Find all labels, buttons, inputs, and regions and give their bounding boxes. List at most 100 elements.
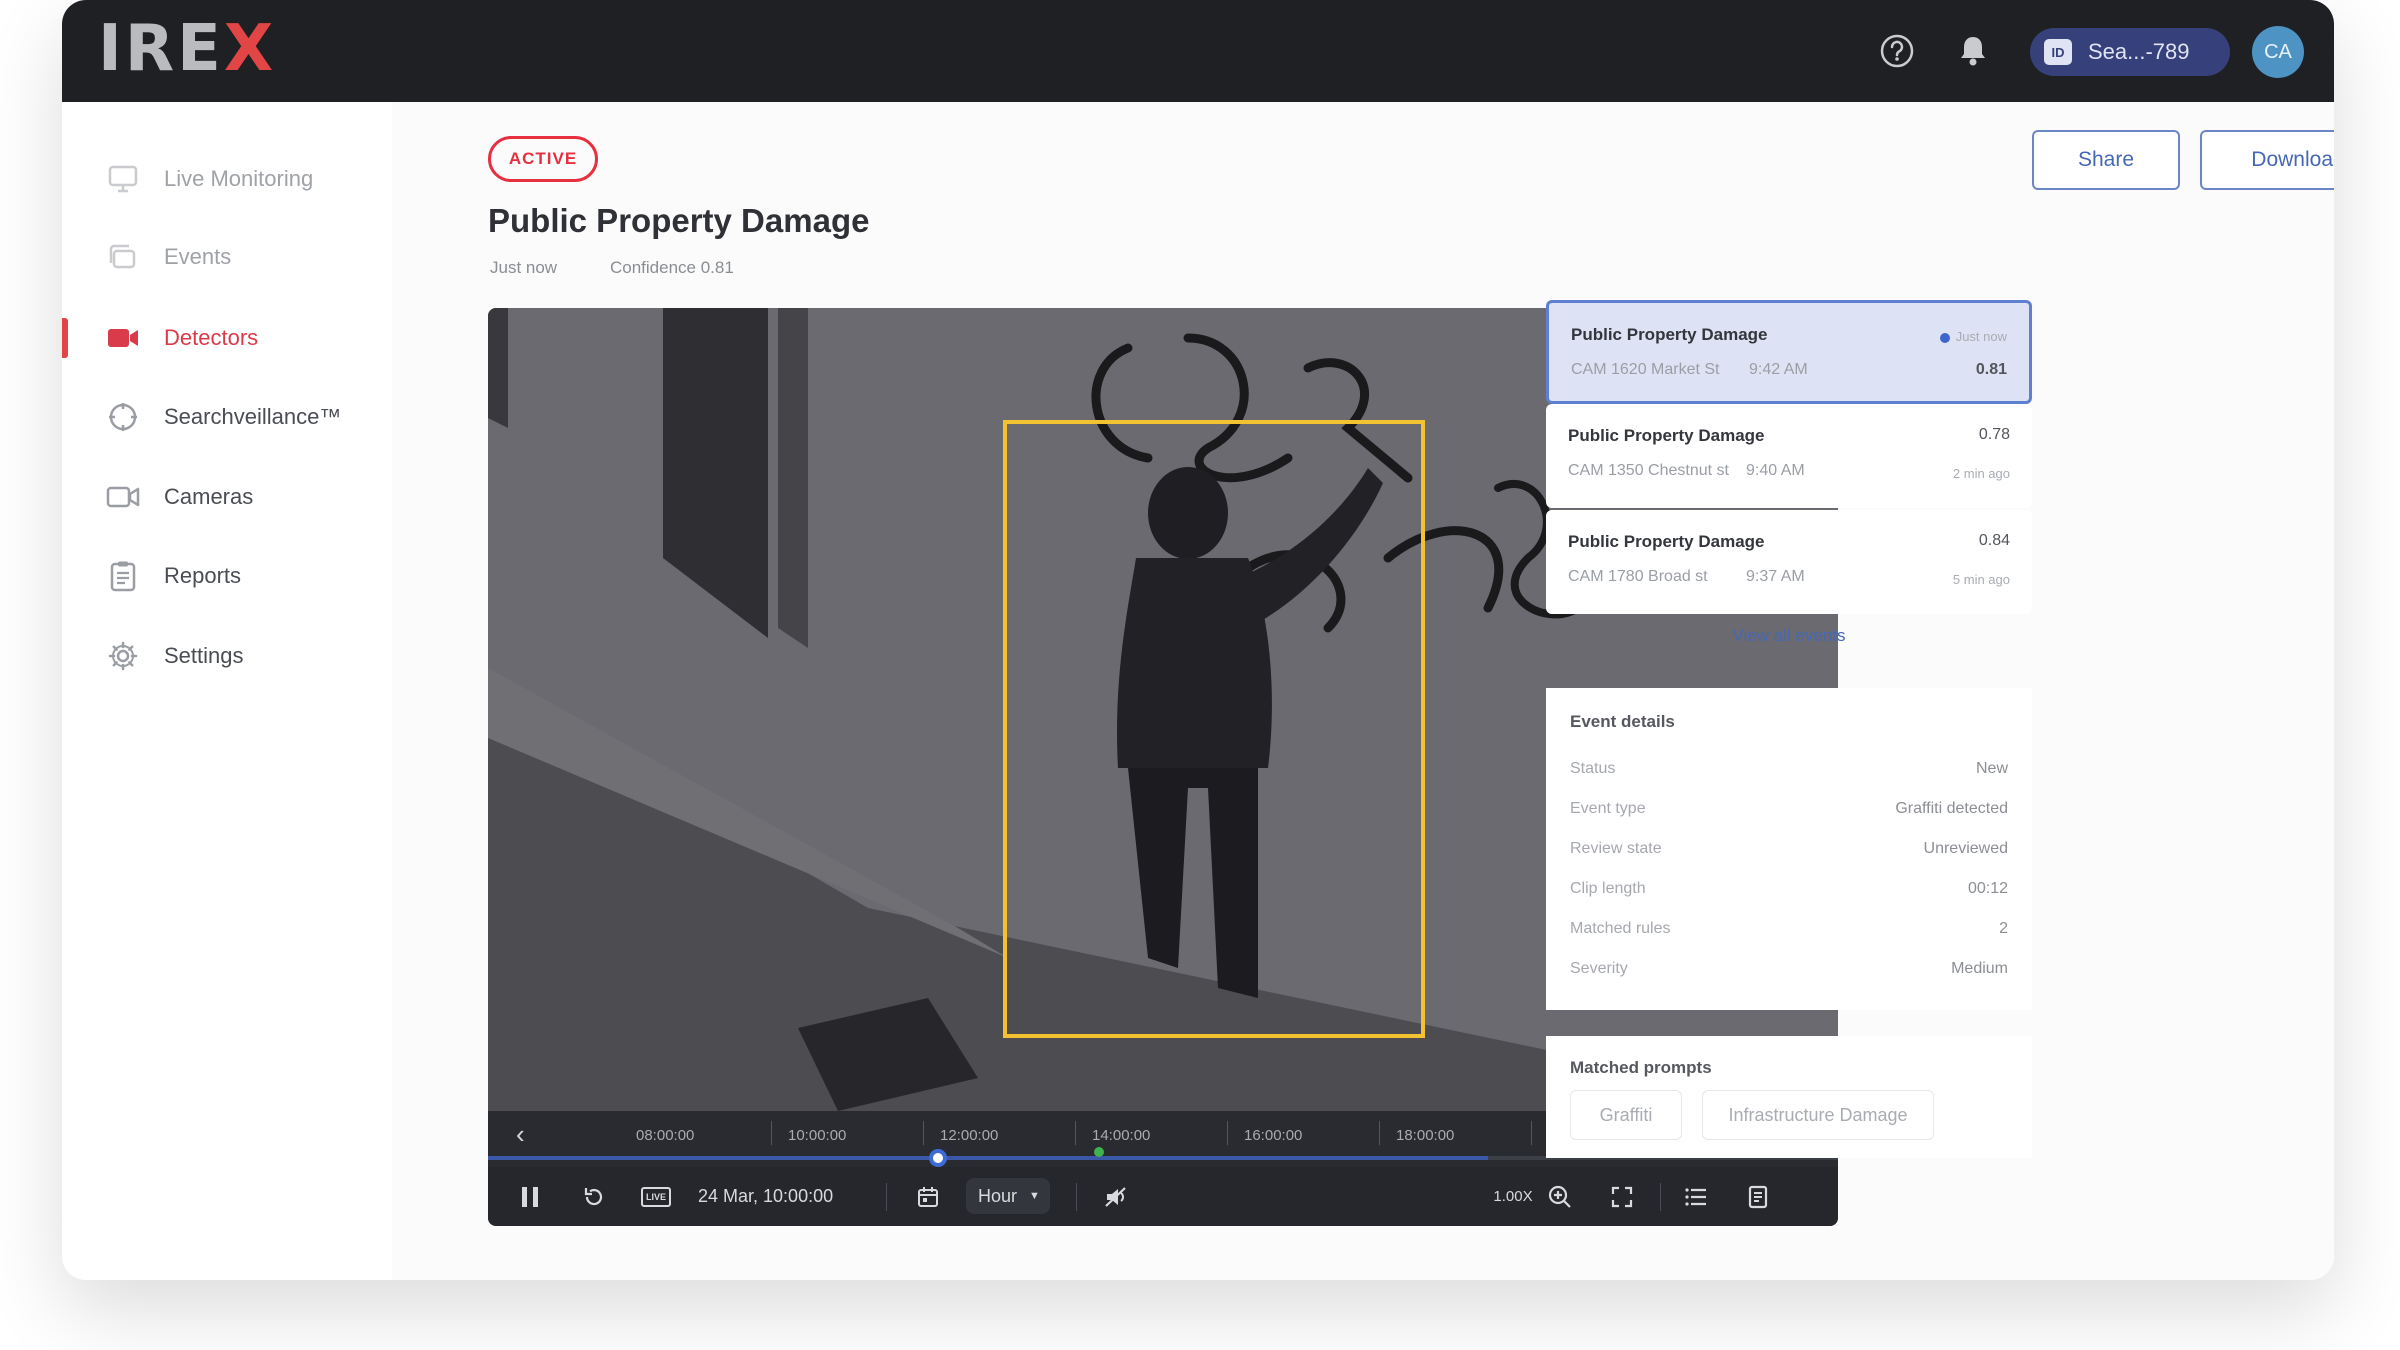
event-card-camera: CAM 1620 Market St [1571,361,1720,378]
download-button[interactable]: Download [2200,130,2334,190]
list-icon[interactable] [1676,1167,1716,1226]
pause-icon[interactable] [510,1167,550,1226]
event-card-confidence: 0.84 [1978,532,2010,549]
logo-x: X [223,12,277,86]
sidebar-item-label: Live Monitoring [164,166,314,191]
event-card-camera: CAM 1780 Broad st [1568,568,1708,585]
help-icon[interactable] [1878,32,1916,70]
stack-icon [106,240,140,274]
controls-divider [886,1183,887,1211]
logo: IREX [98,12,276,86]
player-controls: LIVE 24 Mar, 10:00:00 Hour ▼ 1.00X [488,1167,1838,1226]
content-area: ACTIVE Public Property Damage Just now C… [488,102,2334,1280]
account-selector[interactable]: ID Sea...-789 [2030,28,2230,76]
interval-label: Hour [978,1185,1018,1206]
event-card-time: 9:37 AM [1746,568,1805,585]
playhead-handle[interactable] [929,1149,947,1167]
timeline-tick: 12:00:00 [940,1127,999,1144]
sidebar-item-searchveillance[interactable]: Searchveillance™ [62,389,392,445]
new-dot-icon [1939,332,1950,343]
zoom-level: 1.00X [1493,1188,1533,1205]
timeline-divider [923,1121,924,1145]
playback-datetime: 24 Mar, 10:00:00 [698,1186,834,1206]
timeline-divider [1683,1121,1684,1145]
event-card-ago: 5 min ago [1952,572,2010,587]
document-icon[interactable] [1738,1167,1778,1226]
event-card-title: Public Property Damage [1568,532,1765,551]
calendar-icon[interactable] [908,1167,948,1226]
app-window: IREX ID Sea...-789 CA Live Monitoring Ev… [62,0,2334,1280]
chevron-left-icon[interactable]: ‹ [516,1119,525,1150]
event-card-title: Public Property Damage [1571,325,1768,344]
event-card-ago: 2 min ago [1952,466,2010,481]
timeline-divider [771,1121,772,1145]
mute-icon[interactable] [1096,1167,1136,1226]
sidebar-item-cameras[interactable]: Cameras [62,469,392,525]
view-all-events-link[interactable]: View all events [1546,626,2032,646]
prompt-chip[interactable]: Infrastructure Damage [1702,1090,1934,1140]
event-card-ago: Just now [1939,329,2007,344]
fullscreen-icon[interactable] [1602,1167,1642,1226]
timeline-tick: 14:00:00 [1092,1127,1151,1144]
active-indicator [62,318,68,358]
controls-divider [1660,1183,1661,1211]
event-card-camera: CAM 1350 Chestnut st [1568,462,1729,479]
sidebar-item-label: Cameras [164,484,254,509]
clipboard-icon [106,559,140,593]
event-marker[interactable] [1094,1147,1104,1157]
live-icon: LIVE [641,1186,671,1207]
id-badge-icon: ID [2044,39,2072,65]
event-card[interactable]: Public Property Damage Just now CAM 1620… [1546,300,2032,404]
sidebar-item-detectors[interactable]: Detectors [62,310,392,366]
zoom-in-icon[interactable] [1540,1167,1580,1226]
timeline-tick: 16:00:00 [1244,1127,1303,1144]
event-card-time: 9:40 AM [1746,462,1805,479]
timeline-divider [1379,1121,1380,1145]
sidebar-item-label: Reports [164,563,242,588]
event-card-confidence: 0.81 [1975,361,2007,378]
main-content: ACTIVE Public Property Damage Just now C… [392,102,2334,1280]
sidebar-item-label: Events [164,244,232,269]
camera-icon [106,321,140,355]
status-badge: ACTIVE [488,136,598,182]
video-camera-icon [106,480,140,514]
event-time: Just now [490,258,558,277]
sidebar-item-reports[interactable]: Reports [62,548,392,604]
event-card-ago-text: Just now [1955,329,2007,344]
chevron-down-icon: ▼ [1029,1190,1040,1202]
logo-text: IRE [98,12,224,86]
sidebar-item-events[interactable]: Events [62,229,392,285]
detection-bounding-box [1003,420,1425,1038]
replay-icon[interactable] [574,1167,614,1226]
controls-divider [1076,1183,1077,1211]
timeline-tick: 08:00:00 [636,1127,695,1144]
top-bar: IREX ID Sea...-789 CA [62,0,2334,102]
search-target-icon [106,400,140,434]
sidebar-item-label: Searchveillance™ [164,404,342,429]
monitor-icon [106,162,140,196]
timeline-tick: 18:00:00 [1396,1127,1455,1144]
event-card-title: Public Property Damage [1568,426,1765,445]
share-button[interactable]: Share [2032,130,2180,190]
sidebar-item-label: Detectors [164,325,259,350]
bell-icon[interactable] [1954,32,1992,70]
sidebar-item-live-monitoring[interactable]: Live Monitoring [62,151,392,207]
timeline-tick: 10:00:00 [788,1127,847,1144]
timeline-divider [1227,1121,1228,1145]
timeline-divider [1075,1121,1076,1145]
page-title: Public Property Damage [488,202,870,239]
timeline-divider [1531,1121,1532,1145]
live-button[interactable]: LIVE [636,1167,676,1226]
sidebar-item-label: Settings [164,643,244,668]
event-card[interactable]: Public Property Damage 0.78 CAM 1350 Che… [1546,404,2032,508]
event-card[interactable]: Public Property Damage 0.84 CAM 1780 Bro… [1546,510,2032,614]
event-card-confidence: 0.78 [1978,426,2010,443]
sidebar: Live Monitoring Events Detectors Searchv… [62,102,392,1280]
prompt-chip[interactable]: Graffiti [1570,1090,1682,1140]
sidebar-item-settings[interactable]: Settings [62,628,392,684]
interval-select[interactable]: Hour ▼ [966,1178,1050,1214]
event-card-time: 9:42 AM [1749,361,1808,378]
event-confidence: Confidence 0.81 [610,258,734,277]
account-label: Sea...-789 [2088,39,2190,64]
avatar[interactable]: CA [2252,26,2304,78]
